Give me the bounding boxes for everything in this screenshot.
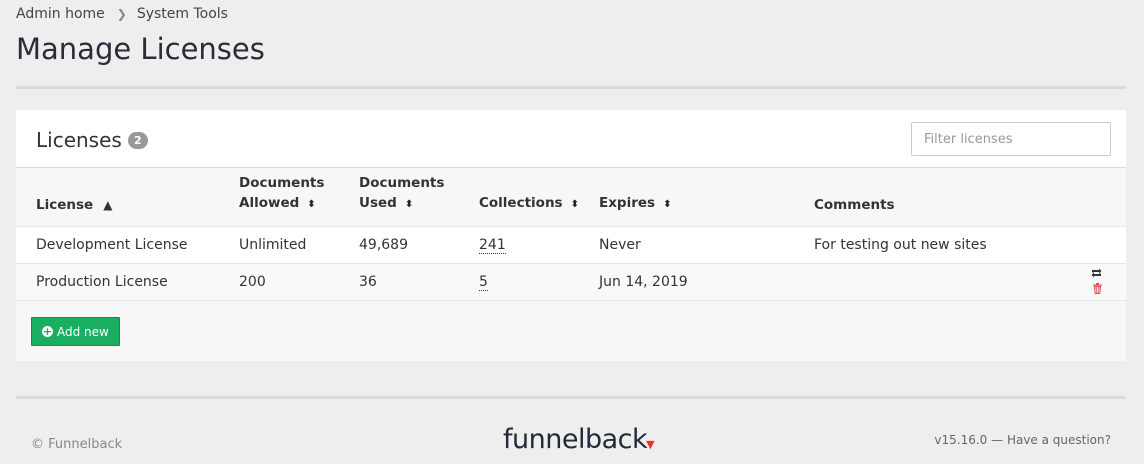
cell-used: 36 bbox=[359, 273, 377, 290]
licenses-panel: Licenses 2 License▲ Documents Allowed⬍ D… bbox=[16, 110, 1126, 361]
cell-collections: 241 bbox=[459, 226, 579, 263]
panel-title-text: Licenses bbox=[36, 128, 122, 152]
cell-license: Development License bbox=[36, 236, 188, 253]
table-header-row: License ▲ Documents Allowed ⬍ Documents Us… bbox=[16, 168, 1126, 226]
breadcrumb: Admin home ❯ System Tools bbox=[16, 6, 228, 22]
count-badge: 2 bbox=[127, 131, 148, 149]
cell-collections: 5 bbox=[459, 263, 579, 300]
cell-expires: Jun 14, 2019 bbox=[599, 273, 688, 290]
page-title: Manage Licenses bbox=[16, 32, 265, 66]
add-new-button[interactable]: + Add new bbox=[31, 317, 120, 346]
col-actions bbox=[1046, 168, 1126, 226]
collections-link[interactable]: 241 bbox=[479, 236, 506, 254]
collections-link[interactable]: 5 bbox=[479, 273, 488, 291]
col-documents-used[interactable]: Documents Used ⬍ bbox=[339, 168, 459, 226]
plus-circle-icon: + bbox=[42, 325, 53, 338]
col-expires[interactable]: Expires ⬍ bbox=[579, 168, 794, 226]
funnelback-logo: funnelback▼ bbox=[503, 424, 655, 455]
cell-license: Production License bbox=[36, 273, 168, 290]
breadcrumb-admin-home[interactable]: Admin home bbox=[16, 6, 105, 22]
breadcrumb-system-tools[interactable]: System Tools bbox=[137, 6, 228, 22]
cell-used: 49,689 bbox=[359, 236, 408, 253]
panel-title: Licenses 2 bbox=[36, 128, 148, 152]
panel-header: Licenses 2 bbox=[16, 110, 1126, 168]
divider bbox=[16, 86, 1126, 89]
footer-version[interactable]: v15.16.0 — Have a question? bbox=[934, 433, 1111, 447]
divider bbox=[16, 396, 1126, 399]
cell-expires: Never bbox=[599, 236, 641, 253]
trash-icon[interactable] bbox=[1093, 282, 1102, 297]
cell-actions bbox=[1046, 226, 1126, 263]
licenses-table: License ▲ Documents Allowed ⬍ Documents Us… bbox=[16, 168, 1126, 301]
cell-allowed: Unlimited bbox=[239, 236, 307, 253]
logo-triangle-icon: ▼ bbox=[646, 438, 655, 451]
sort-asc-icon: ▲ bbox=[103, 197, 113, 212]
table-row: Production License 200 36 5 Jun 14, 2019 bbox=[16, 263, 1126, 300]
cell-actions bbox=[1046, 263, 1126, 300]
table-row: Development License Unlimited 49,689 241… bbox=[16, 226, 1126, 263]
col-documents-allowed[interactable]: Documents Allowed ⬍ bbox=[219, 168, 339, 226]
filter-licenses-input[interactable] bbox=[911, 122, 1111, 156]
add-new-label: Add new bbox=[57, 324, 109, 339]
sort-icon: ⬍ bbox=[404, 198, 414, 210]
sort-icon: ⬍ bbox=[307, 198, 316, 210]
col-license[interactable]: License ▲ bbox=[16, 168, 219, 226]
renew-icon[interactable] bbox=[1091, 267, 1102, 281]
sort-icon: ⬍ bbox=[663, 198, 672, 210]
cell-allowed: 200 bbox=[239, 273, 266, 290]
footer-copyright: © Funnelback bbox=[31, 437, 123, 452]
col-collections[interactable]: Collections ⬍ bbox=[459, 168, 579, 226]
cell-comments bbox=[794, 263, 1046, 300]
cell-comments: For testing out new sites bbox=[814, 236, 987, 253]
col-comments: Comments bbox=[814, 196, 895, 213]
sort-icon: ⬍ bbox=[570, 198, 579, 210]
chevron-right-icon: ❯ bbox=[116, 7, 127, 21]
